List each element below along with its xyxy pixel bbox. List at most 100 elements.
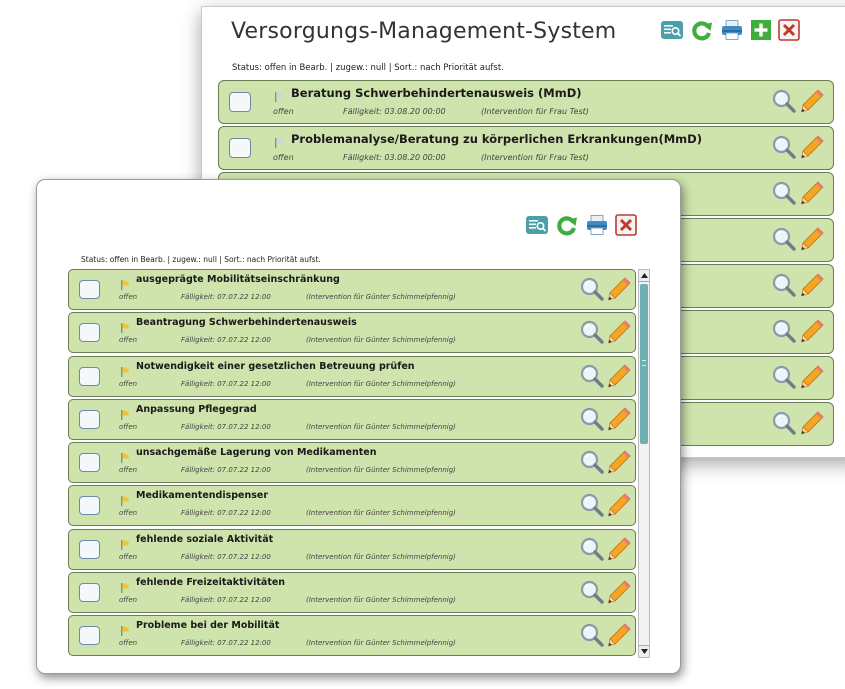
close-icon[interactable] <box>778 19 800 45</box>
scroll-down-button[interactable] <box>639 645 649 657</box>
edit-pencil-icon[interactable] <box>799 226 825 256</box>
list-item[interactable]: Anpassung Pflegegrad offen Fälligkeit: 07.… <box>68 398 636 440</box>
view-details-magnifier-icon[interactable] <box>579 276 605 306</box>
list-item[interactable]: Notwendigkeit einer gesetzlichen Betreuu… <box>68 355 636 397</box>
row-checkbox[interactable] <box>79 280 100 299</box>
task-meta: offen Fälligkeit: 07.07.22 12:00 (Interven… <box>119 336 456 344</box>
row-checkbox[interactable] <box>79 366 100 386</box>
view-details-magnifier-icon[interactable] <box>771 134 797 164</box>
edit-pencil-icon[interactable] <box>799 410 825 440</box>
edit-pencil-icon[interactable] <box>606 579 632 609</box>
edit-pencil-icon[interactable] <box>606 319 632 349</box>
list-item[interactable]: Beantragung Schwerbehindertenausweis offe… <box>68 312 636 354</box>
view-details-magnifier-icon[interactable] <box>579 622 605 652</box>
edit-pencil-icon[interactable] <box>606 449 632 479</box>
row-checkbox[interactable] <box>79 453 100 473</box>
priority-flag-icon <box>121 448 130 464</box>
task-state: offen <box>119 379 138 388</box>
row-checkbox[interactable] <box>229 92 251 112</box>
edit-pencil-icon[interactable] <box>606 492 632 522</box>
row-checkbox[interactable] <box>229 138 251 158</box>
view-details-magnifier-icon[interactable] <box>771 272 797 302</box>
task-state: offen <box>119 422 138 431</box>
edit-pencil-icon[interactable] <box>606 276 632 306</box>
task-meta: offen Fälligkeit: 07.07.22 12:00 (Interven… <box>119 466 456 474</box>
vertical-scrollbar[interactable] <box>638 269 650 658</box>
row-checkbox[interactable] <box>79 323 100 343</box>
edit-pencil-icon[interactable] <box>799 272 825 302</box>
edit-pencil-icon[interactable] <box>799 364 825 394</box>
view-details-magnifier-icon[interactable] <box>579 579 605 609</box>
search-list-icon[interactable] <box>525 214 549 240</box>
row-actions <box>771 226 825 256</box>
view-details-magnifier-icon[interactable] <box>579 449 605 479</box>
status-line: Status: offen in Bearb. | zugew.: null |… <box>232 63 504 73</box>
row-checkbox[interactable] <box>79 496 100 516</box>
task-title: Medikamentendispenser <box>136 490 269 502</box>
priority-flag-icon <box>275 133 284 148</box>
task-due-date: Fälligkeit: 07.07.22 12:00 <box>181 293 271 301</box>
task-title: Notwendigkeit einer gesetzlichen Betreuu… <box>136 360 415 372</box>
priority-flag-icon <box>121 405 130 420</box>
task-intervention: (Intervention für Günter Schimmelpfennig… <box>306 509 456 518</box>
task-meta: offen Fälligkeit: 07.07.22 12:00 (Interven… <box>119 380 456 388</box>
row-checkbox[interactable] <box>79 626 100 646</box>
row-checkbox[interactable] <box>79 409 100 429</box>
list-item[interactable]: Problemanalyse/Beratung zu körperlichen … <box>218 126 834 170</box>
edit-pencil-icon[interactable] <box>799 88 825 118</box>
scroll-up-button[interactable] <box>639 270 649 282</box>
row-actions <box>771 318 825 348</box>
arrow-up-icon <box>640 273 648 278</box>
view-details-magnifier-icon[interactable] <box>771 364 797 394</box>
view-details-magnifier-icon[interactable] <box>771 88 797 118</box>
view-details-magnifier-icon[interactable] <box>579 536 605 566</box>
print-icon[interactable] <box>585 214 609 240</box>
view-details-magnifier-icon[interactable] <box>579 492 605 522</box>
row-actions <box>579 363 632 393</box>
edit-pencil-icon[interactable] <box>799 180 825 210</box>
view-details-magnifier-icon[interactable] <box>771 318 797 348</box>
edit-pencil-icon[interactable] <box>799 318 825 348</box>
view-details-magnifier-icon[interactable] <box>771 410 797 440</box>
task-state: offen <box>273 153 294 162</box>
row-checkbox[interactable] <box>79 539 100 559</box>
row-actions <box>771 410 825 440</box>
task-state: offen <box>119 552 138 561</box>
close-icon[interactable] <box>615 214 637 240</box>
list-item[interactable]: Beratung Schwerbehindertenausweis (MmD) o… <box>218 80 834 124</box>
task-state: offen <box>119 596 138 605</box>
task-intervention: (Intervention für Günter Schimmelpfennig… <box>306 422 456 431</box>
page-title: Versorgungs-Management-System <box>231 19 617 44</box>
search-list-icon[interactable] <box>660 19 684 45</box>
scroll-thumb[interactable] <box>640 284 648 444</box>
edit-pencil-icon[interactable] <box>606 536 632 566</box>
view-details-magnifier-icon[interactable] <box>771 226 797 256</box>
edit-pencil-icon[interactable] <box>606 406 632 436</box>
task-title: Beratung Schwerbehindertenausweis (MmD) <box>291 86 582 100</box>
priority-flag-icon <box>121 275 130 290</box>
add-icon[interactable] <box>750 19 772 45</box>
task-intervention: (Intervention für Günter Schimmelpfennig… <box>306 552 456 561</box>
row-checkbox[interactable] <box>79 583 100 603</box>
task-due-date: Fälligkeit: 07.07.22 12:00 <box>181 552 271 561</box>
view-details-magnifier-icon[interactable] <box>579 406 605 436</box>
list-item[interactable]: Medikamentendispenser offen Fälligkeit: 07… <box>68 485 636 527</box>
list-item[interactable]: fehlende soziale Aktivität offen Fälligkei… <box>68 528 636 570</box>
task-meta: offen Fälligkeit: 07.07.22 12:00 (Interven… <box>119 553 456 561</box>
print-icon[interactable] <box>720 19 744 45</box>
edit-pencil-icon[interactable] <box>606 363 632 393</box>
refresh-icon[interactable] <box>690 19 714 45</box>
list-item[interactable]: Probleme bei der Mobilität offen Fälligkei… <box>68 615 636 657</box>
arrow-down-icon <box>640 649 648 654</box>
list-item[interactable]: fehlende Freizeitaktivitäten offen Fälligk… <box>68 572 636 614</box>
edit-pencil-icon[interactable] <box>606 622 632 652</box>
list-item[interactable]: ausgeprägte Mobilitätseinschränkung offen… <box>68 269 636 310</box>
list-item[interactable]: unsachgemäße Lagerung von Medikamenten of… <box>68 442 636 484</box>
refresh-icon[interactable] <box>555 214 579 240</box>
edit-pencil-icon[interactable] <box>799 134 825 164</box>
task-state: offen <box>119 466 138 475</box>
task-meta: offen Fälligkeit: 07.07.22 12:00 (Interven… <box>119 293 456 301</box>
view-details-magnifier-icon[interactable] <box>579 363 605 393</box>
view-details-magnifier-icon[interactable] <box>771 180 797 210</box>
view-details-magnifier-icon[interactable] <box>579 319 605 349</box>
